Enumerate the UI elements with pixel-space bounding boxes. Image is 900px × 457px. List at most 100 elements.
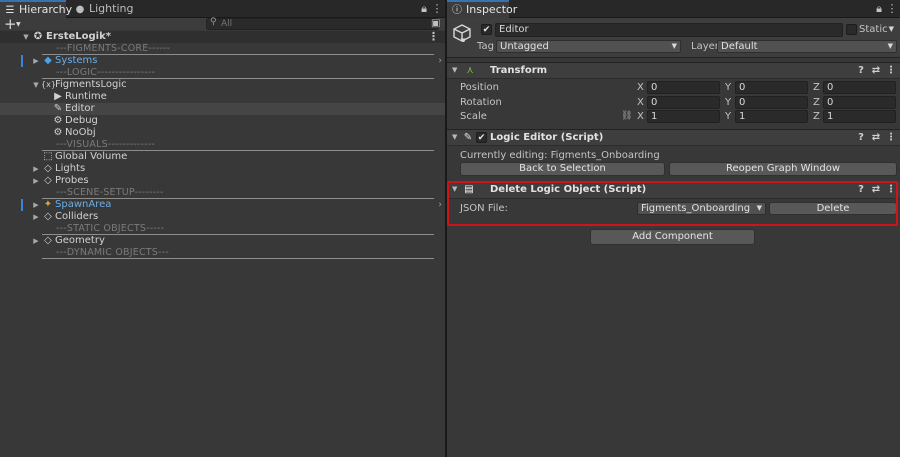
preset-icon[interactable]: ⇄ xyxy=(871,65,881,76)
chevron-down-icon[interactable]: ▼ xyxy=(16,21,21,28)
tree-item-label: SpawnArea xyxy=(55,199,112,210)
scene-visibility-icon[interactable]: ▣ xyxy=(431,18,443,30)
object-header: ▼ ✔ Editor Static ▼ Tag Untagged ▼ Layer … xyxy=(447,18,900,58)
editing-status-label: Currently editing: Figments_Onboarding xyxy=(460,150,660,161)
add-component-button[interactable]: Add Component xyxy=(590,229,755,245)
delete-button[interactable]: Delete xyxy=(769,202,897,215)
scale-z-field[interactable]: 1 xyxy=(823,110,896,123)
separator-row[interactable]: ---FIGMENTS-CORE------ xyxy=(0,43,445,55)
logic-editor-header[interactable]: ▼ ✎ ✔ Logic Editor (Script) ? ⇄ ⋮ xyxy=(447,129,900,146)
position-x-field[interactable]: 0 xyxy=(647,81,720,94)
component-title: Transform xyxy=(490,65,548,76)
position-y-field[interactable]: 0 xyxy=(735,81,808,94)
scale-x-field[interactable]: 1 xyxy=(647,110,720,123)
scene-menu-icon[interactable]: ⋮ xyxy=(428,31,439,43)
icon-chooser-caret[interactable]: ▼ xyxy=(460,36,466,42)
foldout-collapsed-icon[interactable]: ▶ xyxy=(32,235,40,247)
gameobject-cube-icon: ◇ xyxy=(44,163,52,174)
chevron-down-icon: ▼ xyxy=(756,204,762,212)
gear-icon: ⚙ xyxy=(53,127,63,138)
info-icon: ⓘ xyxy=(452,5,462,16)
tree-item-systems[interactable]: ▶ ◆ Systems › xyxy=(0,55,445,67)
tree-item-colliders[interactable]: ▶ ◇ Colliders xyxy=(0,211,445,223)
rotation-z-field[interactable]: 0 xyxy=(823,96,896,109)
help-icon[interactable]: ? xyxy=(856,132,866,143)
kebab-menu-icon[interactable]: ⋮ xyxy=(886,2,898,16)
foldout-collapsed-icon[interactable]: ▶ xyxy=(32,175,40,187)
preset-icon[interactable]: ⇄ xyxy=(871,184,881,195)
tab-lighting[interactable]: ● Lighting xyxy=(70,0,134,18)
rotation-label: Rotation xyxy=(460,97,502,108)
rotation-y-field[interactable]: 0 xyxy=(735,96,808,109)
hierarchy-toolbar: + ▼ ⚲ xyxy=(0,17,445,32)
tree-item-editor[interactable]: ✎ Editor xyxy=(0,103,445,115)
separator-line xyxy=(42,258,434,259)
tree-item-figmentslogic[interactable]: ▼ {x} FigmentsLogic xyxy=(0,79,445,91)
delete-logic-header[interactable]: ▼ ▤ Delete Logic Object (Script) ? ⇄ ⋮ xyxy=(447,182,900,199)
foldout-collapsed-icon[interactable]: ▶ xyxy=(32,199,40,211)
back-to-selection-button[interactable]: Back to Selection xyxy=(460,162,665,176)
search-input[interactable] xyxy=(221,19,431,29)
json-file-dropdown[interactable]: Figments_Onboarding ▼ xyxy=(637,202,766,215)
unity-scene-icon: ✪ xyxy=(33,31,43,42)
help-icon[interactable]: ? xyxy=(856,184,866,195)
add-object-button[interactable]: + xyxy=(4,17,17,32)
foldout-collapsed-icon[interactable]: ▶ xyxy=(32,211,40,223)
foldout-collapsed-icon[interactable]: ▶ xyxy=(32,163,40,175)
foldout-expanded-icon[interactable]: ▼ xyxy=(452,66,457,74)
foldout-collapsed-icon[interactable]: ▶ xyxy=(32,55,40,67)
separator-row[interactable]: ---DYNAMIC OBJECTS--- xyxy=(0,247,445,259)
static-dropdown[interactable]: ▼ xyxy=(887,24,897,37)
edit-logic-icon: ✎ xyxy=(53,103,63,114)
tree-item-probes[interactable]: ▶ ◇ Probes xyxy=(0,175,445,187)
foldout-expanded-icon[interactable]: ▼ xyxy=(452,185,457,193)
link-scale-icon[interactable]: ⛓ xyxy=(621,110,632,123)
rotation-x-field[interactable]: 0 xyxy=(647,96,720,109)
chevron-right-icon[interactable]: › xyxy=(438,199,442,211)
component-menu-icon[interactable]: ⋮ xyxy=(886,132,896,143)
component-menu-icon[interactable]: ⋮ xyxy=(886,184,896,195)
lock-icon[interactable]: 🔒︎ xyxy=(418,2,430,16)
tree-item-global-volume[interactable]: ⬚ Global Volume xyxy=(0,151,445,163)
hierarchy-search[interactable]: ⚲ xyxy=(206,17,439,30)
separator-row[interactable]: ---LOGIC---------------- xyxy=(0,67,445,79)
transform-header[interactable]: ▼ ⋏ Transform ? ⇄ ⋮ xyxy=(447,62,900,79)
tree-item-noobj[interactable]: ⚙ NoObj xyxy=(0,127,445,139)
prefab-cube-icon: ◆ xyxy=(44,55,52,66)
tree-item-spawnarea[interactable]: ▶ ✦ SpawnArea › xyxy=(0,199,445,211)
tree-item-label: Probes xyxy=(55,175,89,186)
active-checkbox[interactable]: ✔ xyxy=(481,24,492,35)
component-menu-icon[interactable]: ⋮ xyxy=(886,65,896,76)
foldout-expanded-icon[interactable]: ▼ xyxy=(452,133,457,141)
separator-row[interactable]: ---STATIC OBJECTS----- xyxy=(0,223,445,235)
layer-dropdown[interactable]: Default ▼ xyxy=(717,40,897,53)
tree-item-runtime[interactable]: ▶ Runtime xyxy=(0,91,445,103)
help-icon[interactable]: ? xyxy=(856,65,866,76)
inspector-tabbar: ⓘ Inspector 🔒︎ ⋮ xyxy=(447,0,900,18)
component-enabled-checkbox[interactable]: ✔ xyxy=(476,132,487,143)
component-title: Logic Editor (Script) xyxy=(490,132,604,143)
lock-icon[interactable]: 🔒︎ xyxy=(873,2,885,16)
scale-y-field[interactable]: 1 xyxy=(735,110,808,123)
foldout-expanded-icon[interactable]: ▼ xyxy=(32,79,40,91)
separator-row[interactable]: ---SCENE-SETUP-------- xyxy=(0,187,445,199)
preset-icon[interactable]: ⇄ xyxy=(871,132,881,143)
tag-dropdown[interactable]: Untagged ▼ xyxy=(496,40,681,53)
tab-inspector[interactable]: ⓘ Inspector xyxy=(447,0,517,18)
tree-item-geometry[interactable]: ▶ ◇ Geometry xyxy=(0,235,445,247)
tree-item-label: Editor xyxy=(65,103,95,114)
scene-row[interactable]: ▼ ✪ ErsteLogik* ⋮ xyxy=(0,31,445,43)
chevron-right-icon[interactable]: › xyxy=(438,55,442,67)
reopen-graph-window-button[interactable]: Reopen Graph Window xyxy=(669,162,897,176)
json-file-label: JSON File: xyxy=(460,203,508,214)
foldout-expanded-icon[interactable]: ▼ xyxy=(22,31,30,43)
separator-row[interactable]: ---VISUALS------------- xyxy=(0,139,445,151)
object-name-field[interactable]: Editor xyxy=(495,23,843,37)
position-z-field[interactable]: 0 xyxy=(823,81,896,94)
tree-item-lights[interactable]: ▶ ◇ Lights xyxy=(0,163,445,175)
tree-item-debug[interactable]: ⚙ Debug xyxy=(0,115,445,127)
kebab-menu-icon[interactable]: ⋮ xyxy=(431,2,443,16)
static-checkbox[interactable] xyxy=(846,24,857,35)
prefab-marker xyxy=(21,55,23,67)
volume-icon: ⬚ xyxy=(43,151,53,162)
